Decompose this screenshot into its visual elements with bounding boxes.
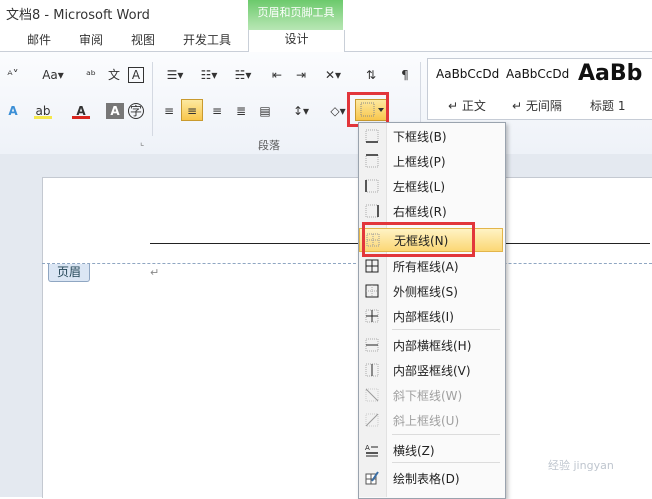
increase-indent-icon[interactable]: ⇥ xyxy=(292,67,310,83)
shrink-font-icon[interactable]: ᴬ˅ xyxy=(4,67,22,83)
tab-mailings[interactable]: 邮件 xyxy=(27,31,51,48)
menu-item-label: 下框线(B) xyxy=(393,130,447,144)
phonetic-guide-icon[interactable]: ᵃᵇ xyxy=(82,67,100,83)
menu-item-label: 绘制表格(D) xyxy=(393,472,460,486)
draw-table-icon xyxy=(365,471,379,485)
ribbon-separator xyxy=(152,62,153,136)
menu-item-label: 内部竖框线(V) xyxy=(393,364,471,378)
menu-item-label: 外侧框线(S) xyxy=(393,285,458,299)
menu-item-top-border[interactable]: 上框线(P) xyxy=(359,150,503,172)
menu-item-diagonal-down-border: 斜下框线(W) xyxy=(359,384,503,406)
justify-icon[interactable]: ≣ xyxy=(232,103,250,119)
align-center-icon[interactable]: ≡ xyxy=(181,99,203,121)
paragraph-group-label: 段落 xyxy=(258,139,280,152)
menu-item-label: 内部框线(I) xyxy=(393,310,454,324)
header-boundary xyxy=(42,263,652,264)
line-spacing-icon[interactable]: ↕▾ xyxy=(288,103,314,119)
bullets-icon[interactable]: ☰▾ xyxy=(162,67,188,83)
sort-icon[interactable]: ⇅ xyxy=(362,67,380,83)
menu-item-label: 横线(Z) xyxy=(393,444,435,458)
paragraph-mark: ↵ xyxy=(150,266,160,279)
style-name-normal[interactable]: ↵ 正文 xyxy=(448,97,486,114)
tab-developer[interactable]: 开发工具 xyxy=(183,31,231,48)
inside-horizontal-border-icon xyxy=(365,338,379,352)
show-marks-icon[interactable]: ¶ xyxy=(396,67,414,83)
menu-separator xyxy=(392,434,500,435)
menu-item-horizontal-line[interactable]: A 横线(Z) xyxy=(359,439,503,461)
menu-item-label: 上框线(P) xyxy=(393,155,446,169)
menu-item-label: 左框线(L) xyxy=(393,180,446,194)
phonetic-wen-icon[interactable]: 文 xyxy=(105,67,123,83)
tab-design[interactable]: 设计 xyxy=(248,30,345,52)
highlight-color-icon[interactable]: ab xyxy=(34,103,52,119)
menu-item-all-borders[interactable]: 所有框线(A) xyxy=(359,255,503,277)
left-border-icon xyxy=(365,179,379,193)
character-border-icon[interactable]: A xyxy=(128,67,144,83)
right-border-icon xyxy=(365,204,379,218)
menu-item-draw-table[interactable]: 绘制表格(D) xyxy=(359,467,503,489)
decrease-indent-icon[interactable]: ⇤ xyxy=(268,67,286,83)
style-preview-heading1: AaBb xyxy=(578,61,643,86)
menu-item-diagonal-up-border: 斜上框线(U) xyxy=(359,409,503,431)
dialog-launcher-icon[interactable]: ⌞ xyxy=(140,138,144,148)
font-color-icon[interactable]: A xyxy=(72,103,90,119)
menu-item-label: 斜下框线(W) xyxy=(393,389,463,403)
character-shading-icon[interactable]: A xyxy=(106,103,124,119)
change-case-icon[interactable]: Aa▾ xyxy=(40,67,66,83)
menu-separator xyxy=(392,329,500,330)
style-name-no-spacing[interactable]: ↵ 无间隔 xyxy=(512,97,562,114)
styles-gallery[interactable]: AaBbCcDd ↵ 正文 AaBbCcDd ↵ 无间隔 AaBb 标题 1 xyxy=(427,58,652,120)
no-border-callout xyxy=(362,222,475,257)
style-name-heading1[interactable]: 标题 1 xyxy=(590,97,625,114)
inside-borders-icon xyxy=(365,309,379,323)
text-effects-icon[interactable]: A xyxy=(4,103,22,119)
menu-item-label: 所有框线(A) xyxy=(393,260,459,274)
outside-borders-icon xyxy=(365,284,379,298)
menu-item-inside-vertical-border[interactable]: 内部竖框线(V) xyxy=(359,359,503,381)
top-border-icon xyxy=(365,154,379,168)
header-tag: 页眉 xyxy=(48,264,90,282)
menu-item-label: 右框线(R) xyxy=(393,205,447,219)
numbering-icon[interactable]: ☷▾ xyxy=(196,67,222,83)
horizontal-line-icon: A xyxy=(365,444,378,457)
all-borders-icon xyxy=(365,259,379,273)
watermark: 经验 jingyan xyxy=(548,459,614,472)
menu-item-inside-borders[interactable]: 内部框线(I) xyxy=(359,305,503,327)
diagonal-up-border-icon xyxy=(365,413,379,427)
document-page[interactable] xyxy=(42,177,652,498)
svg-text:A: A xyxy=(365,444,370,452)
diagonal-down-border-icon xyxy=(365,388,379,402)
bottom-border-icon xyxy=(365,129,379,143)
distributed-icon[interactable]: ▤ xyxy=(256,103,274,119)
menu-item-left-border[interactable]: 左框线(L) xyxy=(359,175,503,197)
style-preview-no-spacing: AaBbCcDd xyxy=(506,67,570,81)
menu-item-outside-borders[interactable]: 外侧框线(S) xyxy=(359,280,503,302)
menu-item-inside-horizontal-border[interactable]: 内部横框线(H) xyxy=(359,334,503,356)
chinese-layout-icon[interactable]: ✕▾ xyxy=(320,67,346,83)
tab-view[interactable]: 视图 xyxy=(131,31,155,48)
header-footer-tools-label: 页眉和页脚工具 xyxy=(257,6,335,19)
tab-review[interactable]: 审阅 xyxy=(79,31,103,48)
menu-item-right-border[interactable]: 右框线(R) xyxy=(359,200,503,222)
style-preview-normal: AaBbCcDd xyxy=(436,67,500,81)
multilevel-list-icon[interactable]: ☵▾ xyxy=(230,67,256,83)
enclose-characters-icon[interactable]: 字 xyxy=(128,103,144,119)
menu-separator xyxy=(392,462,500,463)
inside-vertical-border-icon xyxy=(365,363,379,377)
align-left-icon[interactable]: ≡ xyxy=(160,103,178,119)
align-right-icon[interactable]: ≡ xyxy=(208,103,226,119)
menu-item-bottom-border[interactable]: 下框线(B) xyxy=(359,125,503,147)
menu-item-label: 斜上框线(U) xyxy=(393,414,460,428)
window-title: 文档8 - Microsoft Word xyxy=(6,8,150,23)
menu-item-label: 内部横框线(H) xyxy=(393,339,472,353)
